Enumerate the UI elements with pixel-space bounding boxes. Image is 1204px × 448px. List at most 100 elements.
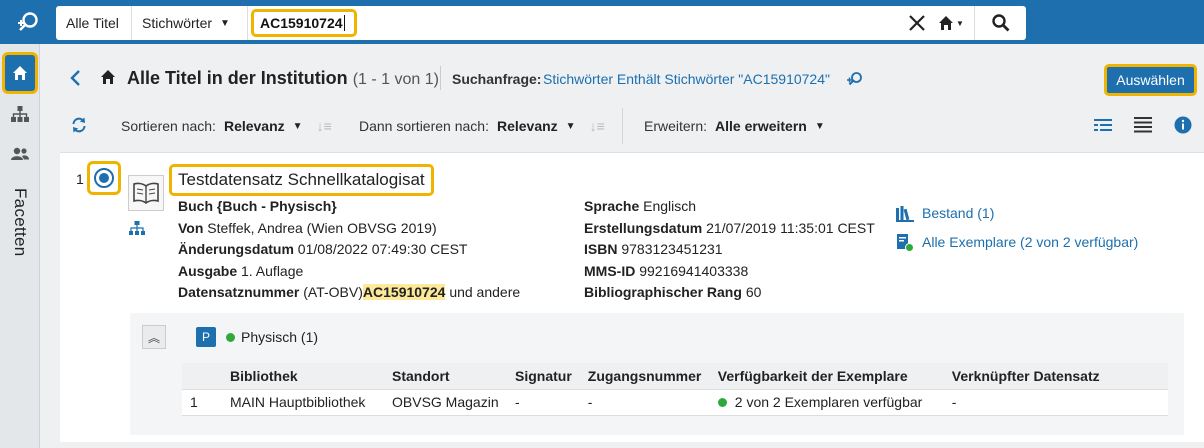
sort-value: Relevanz xyxy=(223,118,285,134)
expand-value: Alle erweitern xyxy=(715,118,807,134)
language-value: Englisch xyxy=(643,198,697,214)
availability-text: 2 von 2 Exemplaren verfügbar xyxy=(734,394,923,410)
hierarchy-icon[interactable] xyxy=(0,100,40,128)
top-bar: Alle Titel Stichwörter ▼ AC15910724 ▼ xyxy=(0,0,1204,44)
column-header: Verknüpfter Datensatz xyxy=(943,363,1168,390)
mms-id-value: 99216941403338 xyxy=(639,262,749,279)
hierarchy-icon[interactable] xyxy=(129,221,145,238)
divider xyxy=(622,108,623,144)
record-title[interactable]: Testdatensatz Schnellkatalogisat xyxy=(169,164,434,196)
query-link[interactable]: Stichwörter Enthält Stichwörter "AC15910… xyxy=(543,71,830,87)
search-box: Alle Titel Stichwörter ▼ AC15910724 ▼ xyxy=(56,6,1026,40)
sort-select[interactable]: Sortieren nach: Relevanz ▼ ↓≡ xyxy=(121,118,332,134)
location-cell: OBVSG Magazin xyxy=(384,389,507,416)
result-count: (1 - 1 von 1) xyxy=(352,71,439,88)
items-link[interactable]: Alle Exemplare (2 von 2 verfügbar) xyxy=(896,228,1138,257)
created-label: Erstellungsdatum xyxy=(584,219,703,236)
column-header: Verfügbarkeit der Exemplare xyxy=(709,363,944,390)
scope-select[interactable]: Alle Titel xyxy=(56,6,132,40)
expand-select[interactable]: Erweitern: Alle erweitern ▼ xyxy=(644,118,825,134)
modified-value: 01/08/2022 07:49:30 CEST xyxy=(297,241,468,257)
search-icon[interactable] xyxy=(974,6,1026,40)
caret-down-icon: ▼ xyxy=(220,17,230,29)
query-label: Suchanfrage: xyxy=(452,71,542,87)
saved-search-icon[interactable] xyxy=(846,70,864,91)
column-header: Bibliothek xyxy=(222,363,384,390)
record-meta-left: Buch {Buch - Physisch} Von Steffek, Andr… xyxy=(178,196,520,304)
scope-label: Alle Titel xyxy=(66,15,119,31)
mms-id-label: MMS-ID xyxy=(584,262,636,279)
format-label: Buch {Buch - Physisch} xyxy=(178,198,337,214)
available-dot-icon xyxy=(226,332,235,342)
sort-label: Sortieren nach: xyxy=(121,118,216,134)
record-number-prefix: (AT-OBV) xyxy=(303,284,363,300)
table-row[interactable]: 1 MAIN Hauptbibliothek OBVSG Magazin - -… xyxy=(182,389,1168,416)
column-header xyxy=(182,363,222,390)
results-header: Alle Titel in der Institution (1 - 1 von… xyxy=(40,56,1204,100)
facets-label: Facetten xyxy=(11,188,30,257)
edition-label: Ausgabe xyxy=(178,262,238,279)
collapse-icon[interactable]: ︽ xyxy=(142,325,166,349)
home-scope-icon[interactable]: ▼ xyxy=(938,12,968,34)
physical-badge: P xyxy=(196,327,216,347)
table-view-icon[interactable] xyxy=(1134,117,1152,136)
search-query-text: AC15910724 xyxy=(260,15,343,31)
caret-down-icon: ▼ xyxy=(565,120,576,132)
sort-toolbar: Sortieren nach: Relevanz ▼ ↓≡ Dann sorti… xyxy=(40,108,1204,144)
library-cell: MAIN Hauptbibliothek xyxy=(222,389,384,416)
list-view-icon[interactable] xyxy=(1094,118,1112,135)
sort-order-icon[interactable]: ↓≡ xyxy=(317,118,332,134)
items-icon xyxy=(897,233,914,252)
rank-label: Bibliographischer Rang xyxy=(584,284,742,300)
isbn-value: 9783123451231 xyxy=(621,241,723,257)
search-logo-icon[interactable] xyxy=(0,0,56,44)
home-icon[interactable] xyxy=(2,52,38,94)
view-controls xyxy=(1094,116,1192,137)
holdings-icon xyxy=(896,205,914,222)
author-label: Von xyxy=(178,219,204,236)
caret-down-icon: ▼ xyxy=(292,120,303,132)
language-label: Sprache xyxy=(584,198,640,214)
book-icon xyxy=(128,175,164,211)
linked-record-cell: - xyxy=(943,389,1168,416)
expand-label: Erweitern: xyxy=(644,118,708,134)
page-title-text: Alle Titel in der Institution xyxy=(127,68,348,88)
record-links: Bestand (1) Alle Exemplare (2 von 2 verf… xyxy=(896,199,1138,257)
holdings-table: Bibliothek Standort Signatur Zugangsnumm… xyxy=(182,363,1168,416)
info-icon[interactable] xyxy=(1174,116,1192,137)
clear-icon[interactable] xyxy=(906,12,928,34)
then-sort-select[interactable]: Dann sortieren nach: Relevanz ▼ ↓≡ xyxy=(359,118,605,134)
available-dot-icon xyxy=(717,398,727,407)
physical-summary-label: Physisch (1) xyxy=(241,329,319,345)
record-meta-right: Sprache Englisch Erstellungsdatum 21/07/… xyxy=(584,196,875,304)
back-icon[interactable] xyxy=(68,68,84,88)
created-value: 21/07/2019 11:35:01 CEST xyxy=(706,219,875,236)
then-sort-value: Relevanz xyxy=(496,118,558,134)
column-header: Signatur xyxy=(507,363,580,390)
record-number-label: Datensatznummer xyxy=(178,284,300,300)
divider xyxy=(440,66,441,90)
select-button[interactable]: Auswählen xyxy=(1104,64,1197,96)
holdings-panel: ︽ P Physisch (1) Bibliothek Standort Sig… xyxy=(130,313,1184,435)
caret-down-icon: ▼ xyxy=(814,120,825,132)
column-header: Standort xyxy=(384,363,507,390)
refresh-icon[interactable] xyxy=(70,116,88,137)
field-select[interactable]: Stichwörter ▼ xyxy=(132,6,248,40)
record-number-highlight: AC15910724 xyxy=(362,284,446,300)
search-input[interactable]: AC15910724 xyxy=(251,9,357,37)
facets-toggle[interactable]: Facetten xyxy=(4,188,36,318)
holdings-link-label: Bestand (1) xyxy=(922,205,995,221)
home-small-icon xyxy=(100,69,116,88)
result-record: 1 Testdatensatz Schnellkatalogisat Buch … xyxy=(60,152,1204,442)
page-title: Alle Titel in der Institution (1 - 1 von… xyxy=(127,68,439,89)
select-radio[interactable] xyxy=(87,161,121,195)
holdings-link[interactable]: Bestand (1) xyxy=(896,199,1138,228)
table-header-row: Bibliothek Standort Signatur Zugangsnumm… xyxy=(182,363,1168,390)
physical-summary[interactable]: Physisch (1) xyxy=(226,329,318,345)
left-rail: Facetten xyxy=(0,44,40,448)
radio-icon xyxy=(94,168,114,188)
rank-value: 60 xyxy=(745,284,762,300)
items-link-label: Alle Exemplare (2 von 2 verfügbar) xyxy=(922,234,1139,250)
users-icon[interactable] xyxy=(0,140,40,168)
sort-order-icon[interactable]: ↓≡ xyxy=(590,118,605,134)
